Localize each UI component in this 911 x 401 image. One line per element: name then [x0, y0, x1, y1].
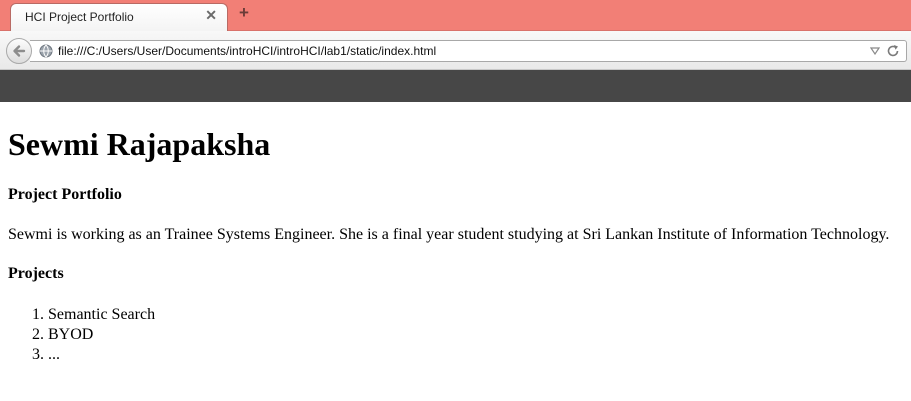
browser-tab[interactable]: HCI Project Portfolio ✕ [10, 3, 228, 31]
reload-icon[interactable] [886, 44, 900, 58]
navigation-bar: file:///C:/Users/User/Documents/introHCI… [0, 31, 911, 70]
back-arrow-icon [13, 45, 26, 57]
page-header-bar [0, 70, 911, 102]
page-content: Sewmi Rajapaksha Project Portfolio Sewmi… [8, 102, 903, 365]
project-item: ... [48, 345, 903, 365]
new-tab-button[interactable]: + [235, 4, 253, 22]
dropdown-icon[interactable] [870, 47, 880, 55]
url-input[interactable]: file:///C:/Users/User/Documents/introHCI… [58, 44, 436, 58]
tab-strip: HCI Project Portfolio ✕ + [0, 0, 911, 31]
projects-list: Semantic Search BYOD ... [8, 305, 903, 365]
back-button[interactable] [6, 38, 32, 64]
bio-paragraph: Sewmi is working as an Trainee Systems E… [8, 226, 890, 243]
close-tab-icon[interactable]: ✕ [205, 7, 217, 24]
globe-icon [39, 44, 53, 58]
project-item: BYOD [48, 325, 903, 345]
portfolio-subtitle: Project Portfolio [8, 186, 122, 203]
tab-title: HCI Project Portfolio [25, 10, 134, 24]
address-bar[interactable]: file:///C:/Users/User/Documents/introHCI… [30, 40, 907, 62]
page-title: Sewmi Rajapaksha [8, 126, 271, 162]
project-item: Semantic Search [48, 305, 903, 325]
projects-heading: Projects [8, 265, 64, 282]
